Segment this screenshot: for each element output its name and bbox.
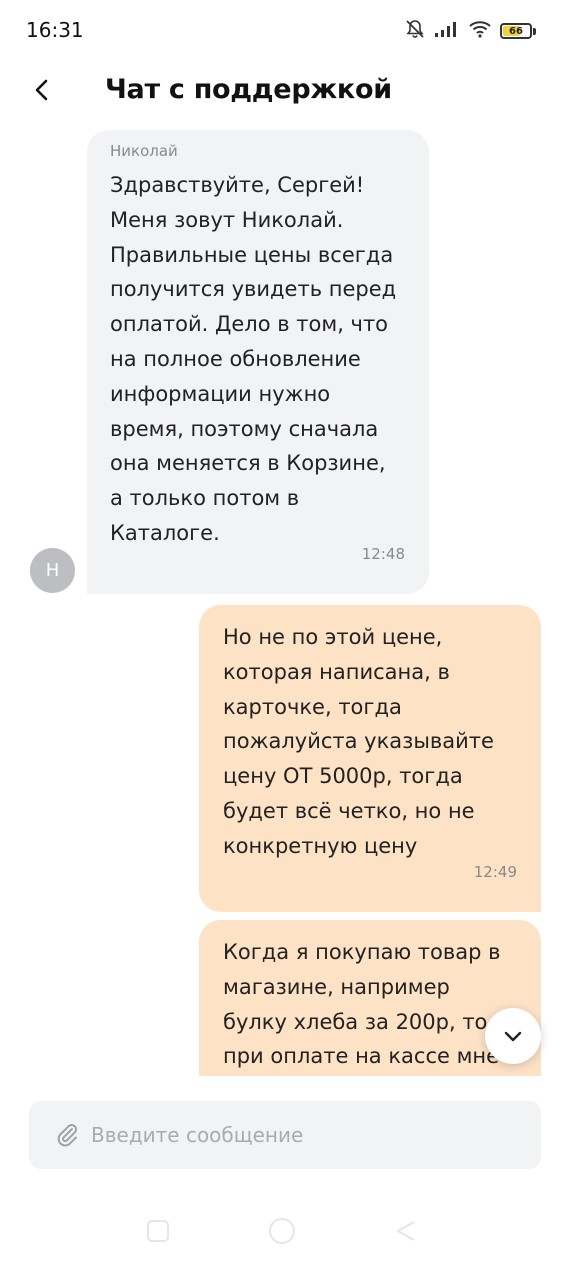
back-icon bbox=[397, 1221, 415, 1241]
bell-muted-icon bbox=[404, 18, 426, 44]
status-time: 16:31 bbox=[26, 18, 84, 42]
status-icons: 66 bbox=[404, 18, 536, 44]
chat-messages[interactable]: Николай Здравствуйте, Сергей! Меня зовут… bbox=[0, 124, 570, 1076]
avatar-letter: Н bbox=[45, 560, 60, 581]
home-button[interactable] bbox=[267, 1216, 297, 1250]
home-icon bbox=[269, 1218, 295, 1244]
avatar: Н bbox=[30, 548, 75, 593]
system-back-button[interactable] bbox=[394, 1219, 418, 1247]
battery-tip bbox=[533, 27, 536, 35]
wifi-icon bbox=[468, 20, 492, 42]
message-incoming: Николай Здравствуйте, Сергей! Меня зовут… bbox=[87, 130, 429, 594]
battery-icon: 66 bbox=[500, 23, 532, 39]
message-composer bbox=[29, 1101, 541, 1169]
scroll-down-button[interactable] bbox=[485, 1008, 541, 1064]
message-sender: Николай bbox=[110, 142, 178, 160]
message-text: Здравствуйте, Сергей! Меня зовут Николай… bbox=[110, 173, 397, 545]
chevron-down-icon bbox=[504, 1031, 522, 1042]
attach-button[interactable] bbox=[47, 1115, 87, 1155]
message-input[interactable] bbox=[89, 1122, 513, 1148]
recents-icon bbox=[147, 1220, 169, 1242]
recents-button[interactable] bbox=[146, 1219, 170, 1247]
paperclip-icon bbox=[57, 1123, 78, 1147]
back-button[interactable] bbox=[22, 70, 62, 110]
message-time: 12:49 bbox=[473, 863, 517, 882]
message-time: 12:48 bbox=[361, 545, 405, 564]
status-bar: 16:31 66 bbox=[0, 0, 570, 60]
page-title: Чат с поддержкой bbox=[105, 74, 392, 105]
system-nav-bar bbox=[0, 1200, 570, 1267]
chevron-left-icon bbox=[35, 79, 48, 101]
signal-icon bbox=[434, 20, 460, 42]
battery-level: 66 bbox=[509, 25, 523, 37]
message-text: Но не по этой цене, которая написана, в … bbox=[223, 625, 494, 858]
message-text: Когда я покупаю товар в магазине, наприм… bbox=[223, 940, 501, 1069]
header: Чат с поддержкой bbox=[0, 60, 570, 124]
message-outgoing: Но не по этой цене, которая написана, в … bbox=[199, 605, 541, 912]
